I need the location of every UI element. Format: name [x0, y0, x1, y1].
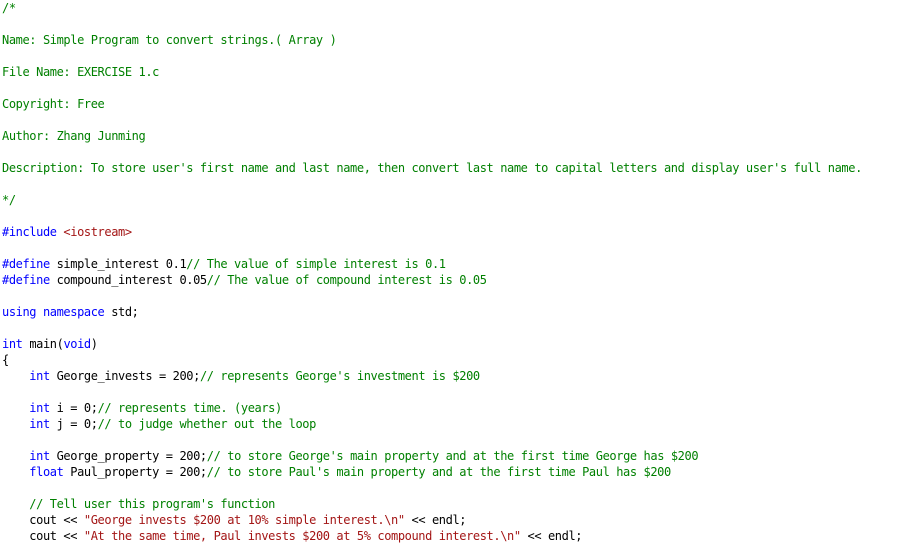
code-line: #define compound_interest 0.05// The val… — [2, 272, 862, 288]
code-line: Copyright: Free — [2, 96, 862, 112]
code-token: // to store Paul's main property and at … — [206, 465, 671, 479]
code-token: int — [2, 369, 57, 383]
code-line: Description: To store user's first name … — [2, 160, 862, 176]
code-token: using namespace — [2, 305, 112, 319]
code-editor[interactable]: /* Name: Simple Program to convert strin… — [0, 0, 919, 549]
code-token: float — [2, 465, 71, 479]
code-token: int — [2, 337, 30, 351]
code-token: #define — [2, 273, 57, 287]
code-line: // Tell user this program's function — [2, 496, 862, 512]
code-line: { — [2, 352, 862, 368]
code-token: Author: Zhang Junming — [2, 129, 146, 143]
code-line: using namespace std; — [2, 304, 862, 320]
code-line: int main(void) — [2, 336, 862, 352]
code-line: int j = 0;// to judge whether out the lo… — [2, 416, 862, 432]
code-line: int George_invests = 200;// represents G… — [2, 368, 862, 384]
code-line: cout << "George invests $200 at 10% simp… — [2, 512, 862, 528]
code-token: std; — [111, 305, 139, 319]
code-token: // The value of compound interest is 0.0… — [206, 273, 487, 287]
code-token: simple_interest 0.1 — [56, 257, 187, 271]
code-line: int George_property = 200;// to store Ge… — [2, 448, 862, 464]
code-token: // The value of simple interest is 0.1 — [186, 257, 446, 271]
code-token: Copyright: Free — [2, 97, 105, 111]
code-token: "George invests $200 at 10% simple inter… — [83, 513, 405, 527]
code-token: // to store George's main property and a… — [206, 449, 699, 463]
code-line: int i = 0;// represents time. (years) — [2, 400, 862, 416]
code-line: cout << "At the same time, Paul invests … — [2, 528, 862, 544]
code-token: */ — [2, 193, 16, 207]
code-token: << endl; — [520, 529, 583, 543]
code-line: #include <iostream> — [2, 224, 862, 240]
code-token: George_property = 200; — [56, 449, 208, 463]
code-token: main( — [29, 337, 64, 351]
code-token: Paul_property = 200; — [70, 465, 207, 479]
code-line: Author: Zhang Junming — [2, 128, 862, 144]
code-token: "At the same time, Paul invests $200 at … — [83, 529, 521, 543]
code-line: Name: Simple Program to convert strings.… — [2, 32, 862, 48]
code-token: int — [2, 401, 57, 415]
code-line: float Paul_property = 200;// to store Pa… — [2, 464, 862, 480]
code-token: #define — [2, 257, 57, 271]
code-token: Description: To store user's first name … — [2, 161, 862, 175]
code-token: int — [2, 417, 57, 431]
code-token: <iostream> — [63, 225, 132, 239]
code-token: George_invests = 200; — [56, 369, 201, 383]
code-token: Name: Simple Program to convert strings.… — [2, 33, 337, 47]
code-token: cout << — [2, 529, 84, 543]
code-line: #define simple_interest 0.1// The value … — [2, 256, 862, 272]
code-token: { — [2, 353, 9, 367]
code-line: /* — [2, 0, 862, 16]
code-token: ) — [90, 337, 98, 351]
code-token: // Tell user this program's function — [2, 497, 275, 511]
code-token: j = 0; — [56, 417, 98, 431]
code-token: // to judge whether out the loop — [97, 417, 317, 431]
code-token: #include — [2, 225, 64, 239]
code-token: // represents George's investment is $20… — [199, 369, 480, 383]
code-token: cout << — [2, 513, 84, 527]
code-token: << endl; — [404, 513, 467, 527]
code-token: compound_interest 0.05 — [56, 273, 208, 287]
code-line: File Name: EXERCISE 1.c — [2, 64, 862, 80]
code-token: i = 0; — [56, 401, 98, 415]
code-listing: /* Name: Simple Program to convert strin… — [2, 0, 862, 544]
code-token: File Name: EXERCISE 1.c — [2, 65, 159, 79]
code-token: /* — [2, 1, 16, 15]
code-line: */ — [2, 192, 862, 208]
code-token: int — [2, 449, 57, 463]
code-token: // represents time. (years) — [97, 401, 283, 415]
code-token: void — [63, 337, 91, 351]
